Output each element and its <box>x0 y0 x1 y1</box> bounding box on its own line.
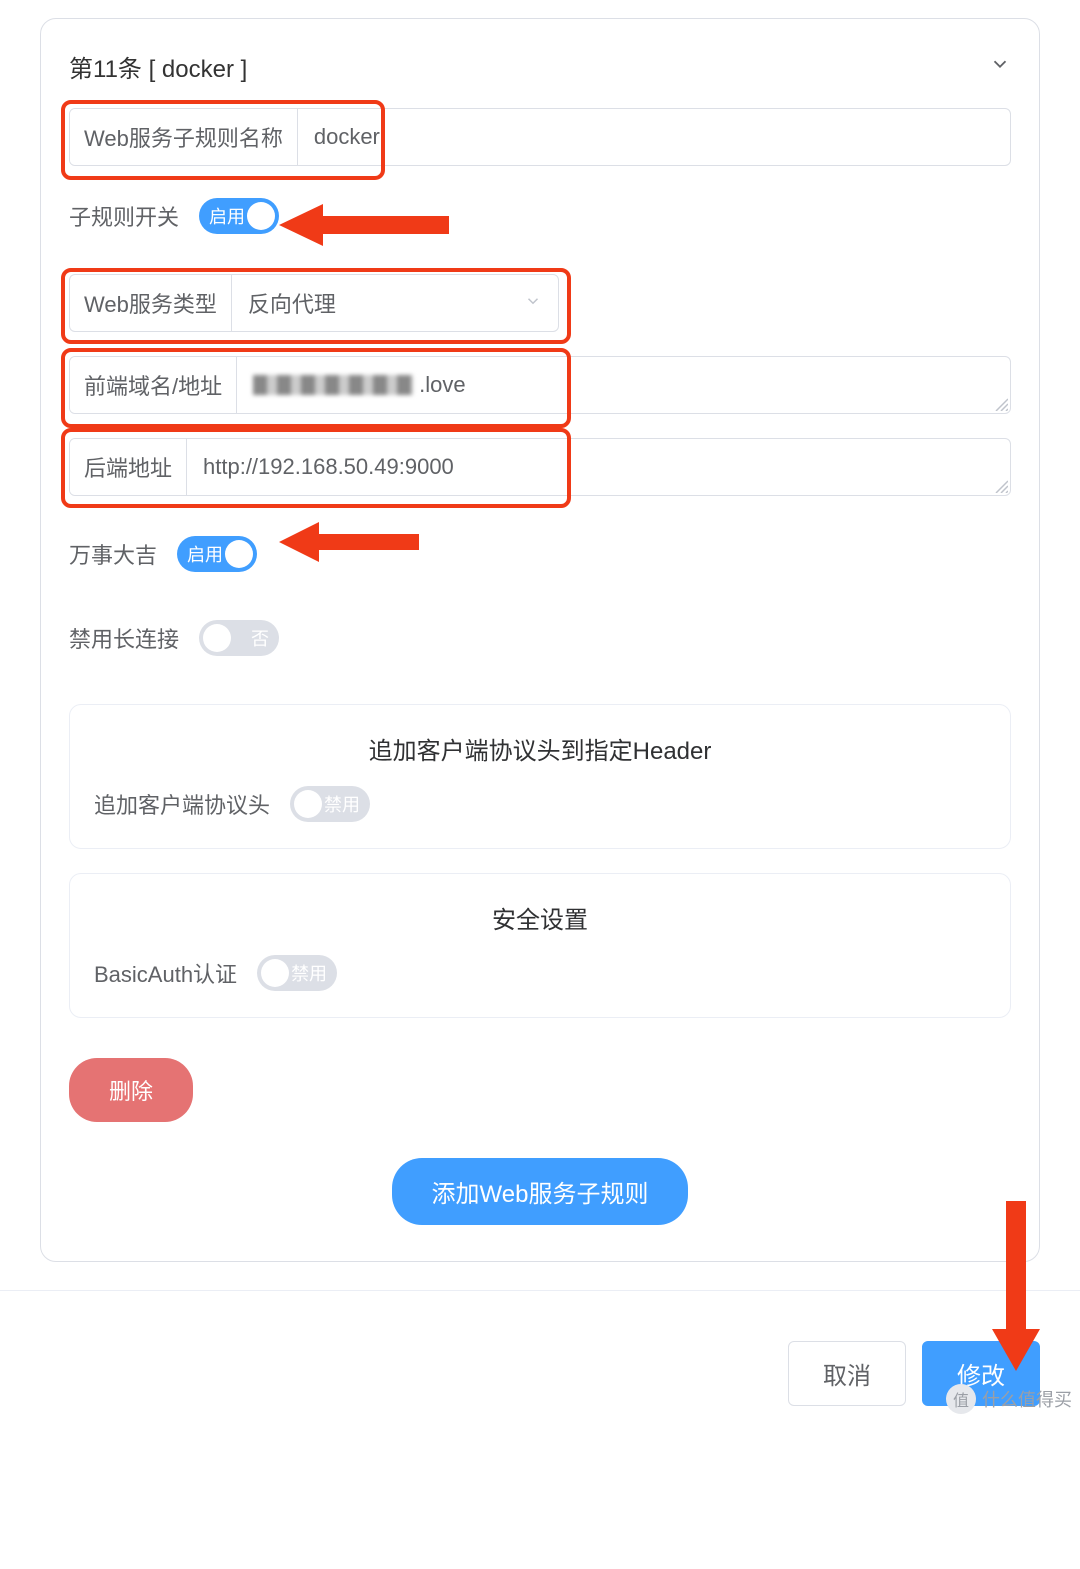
long-conn-label: 禁用长连接 <box>69 622 179 654</box>
service-type-label: Web服务类型 <box>69 274 231 332</box>
delete-button[interactable]: 删除 <box>69 1058 193 1122</box>
append-header-toggle[interactable]: 禁用 <box>290 786 370 822</box>
watermark: 值 什么值得买 <box>946 1384 1072 1414</box>
append-header-title: 追加客户端协议头到指定Header <box>94 731 986 766</box>
basic-auth-toggle[interactable]: 禁用 <box>257 955 337 991</box>
footer-actions: 取消 修改 值 什么值得买 <box>0 1290 1080 1420</box>
security-card: 安全设置 BasicAuth认证 禁用 <box>69 873 1011 1018</box>
frontend-address-label: 前端域名/地址 <box>70 357 237 413</box>
rule-title: 第11条 [ docker ] <box>69 49 247 84</box>
backend-address-field[interactable]: 后端地址 <box>69 438 1011 496</box>
append-header-label: 追加客户端协议头 <box>94 788 270 820</box>
chevron-down-icon <box>524 290 542 316</box>
security-title: 安全设置 <box>94 900 986 935</box>
service-type-value: 反向代理 <box>248 287 336 319</box>
rule-switch-toggle[interactable]: 启用 <box>199 198 279 234</box>
toggle-label: 启用 <box>209 203 245 229</box>
long-conn-toggle[interactable]: 否 <box>199 620 279 656</box>
toggle-label: 否 <box>251 625 269 651</box>
rule-body: Web服务子规则名称 子规则开关 启用 Web服务类型 反向代理 <box>69 108 1011 1122</box>
resize-handle-icon[interactable] <box>994 397 1008 411</box>
cancel-button[interactable]: 取消 <box>788 1341 906 1406</box>
rule-card: 第11条 [ docker ] Web服务子规则名称 <box>40 18 1040 1262</box>
frontend-address-field[interactable]: 前端域名/地址 .love <box>69 356 1011 414</box>
rule-name-label: Web服务子规则名称 <box>70 109 298 165</box>
add-web-rule-button[interactable]: 添加Web服务子规则 <box>392 1158 689 1225</box>
basic-auth-label: BasicAuth认证 <box>94 957 237 989</box>
chevron-down-icon[interactable] <box>989 53 1011 80</box>
rule-name-input[interactable] <box>298 109 1010 165</box>
backend-address-input[interactable] <box>187 439 1010 495</box>
append-header-card: 追加客户端协议头到指定Header 追加客户端协议头 禁用 <box>69 704 1011 849</box>
rule-switch-label: 子规则开关 <box>69 200 179 232</box>
luck-toggle[interactable]: 启用 <box>177 536 257 572</box>
toggle-label: 禁用 <box>291 960 327 986</box>
backend-address-label: 后端地址 <box>70 439 187 495</box>
rule-name-field[interactable]: Web服务子规则名称 <box>69 108 1011 166</box>
redacted-text <box>253 375 413 395</box>
luck-label: 万事大吉 <box>69 538 157 570</box>
frontend-address-input[interactable]: .love <box>237 357 1010 413</box>
resize-handle-icon[interactable] <box>994 479 1008 493</box>
toggle-label: 启用 <box>187 541 223 567</box>
toggle-label: 禁用 <box>324 791 360 817</box>
service-type-select[interactable]: 反向代理 <box>231 274 559 332</box>
